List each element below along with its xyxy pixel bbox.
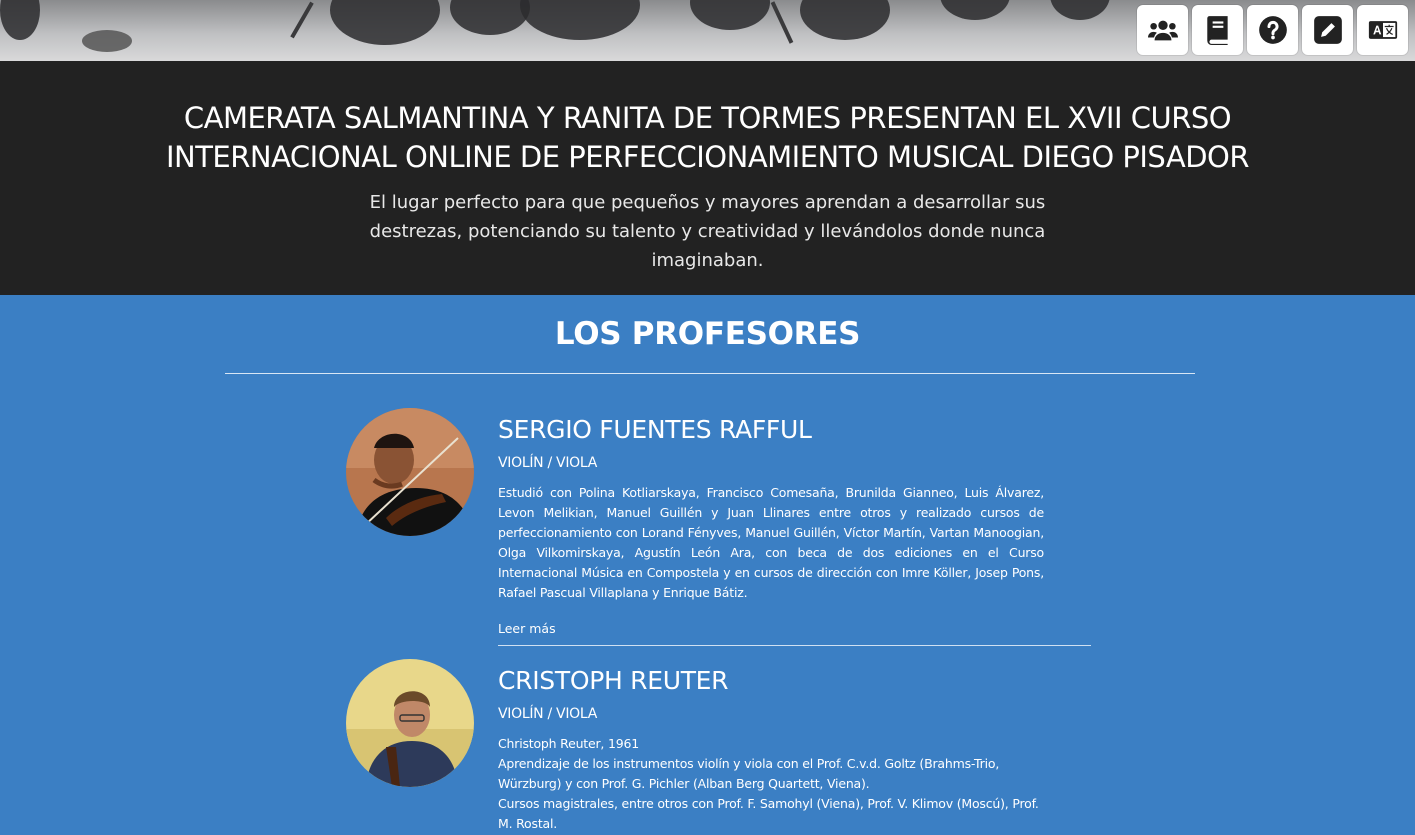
teacher-instrument: VIOLÍN / VIOLA (498, 706, 597, 722)
teacher-bio: Estudió con Polina Kotliarskaya, Francis… (498, 483, 1044, 603)
book-icon (1206, 16, 1228, 45)
section-title: LOS PROFESORES (554, 316, 861, 352)
users-icon (1147, 20, 1178, 41)
book-button[interactable] (1192, 5, 1243, 55)
edit-icon (1313, 16, 1342, 44)
help-button[interactable] (1247, 5, 1298, 55)
teacher-card: SERGIO FUENTES RAFFUL VIOLÍN / VIOLA Est… (346, 408, 1091, 648)
teacher-info: CRISTOPH REUTER VIOLÍN / VIOLA Christoph… (498, 659, 1044, 834)
avatar (346, 659, 474, 787)
teacher-info: SERGIO FUENTES RAFFUL VIOLÍN / VIOLA Est… (498, 408, 1044, 639)
edit-button[interactable] (1302, 5, 1353, 55)
teacher-name: CRISTOPH REUTER (498, 666, 729, 695)
teacher-divider (498, 645, 1091, 646)
bio-paragraph: Cursos magistrales, entre otros con Prof… (498, 796, 1039, 831)
bio-paragraph: Christoph Reuter, 1961 (498, 736, 639, 751)
translate-button[interactable] (1357, 5, 1408, 55)
page-header: CAMERATA SALMANTINA Y RANITA DE TORMES P… (0, 61, 1415, 295)
translate-icon (1368, 21, 1397, 39)
section-divider (225, 373, 1195, 374)
avatar (346, 408, 474, 536)
bio-paragraph: Estudió con Polina Kotliarskaya, Francis… (498, 485, 1044, 600)
teacher-card: CRISTOPH REUTER VIOLÍN / VIOLA Christoph… (346, 659, 1091, 835)
users-button[interactable] (1137, 5, 1188, 55)
help-icon (1258, 16, 1287, 44)
read-more-link[interactable]: Leer más (498, 619, 556, 639)
teacher-name: SERGIO FUENTES RAFFUL (498, 415, 812, 444)
toolbar (1137, 5, 1408, 55)
teacher-instrument: VIOLÍN / VIOLA (498, 455, 597, 471)
bio-paragraph: Aprendizaje de los instrumentos violín y… (498, 756, 1000, 791)
page-title: CAMERATA SALMANTINA Y RANITA DE TORMES P… (165, 101, 1250, 174)
page-subtitle: El lugar perfecto para que pequeños y ma… (369, 192, 1046, 271)
teacher-bio: Christoph Reuter, 1961 Aprendizaje de lo… (498, 734, 1044, 834)
